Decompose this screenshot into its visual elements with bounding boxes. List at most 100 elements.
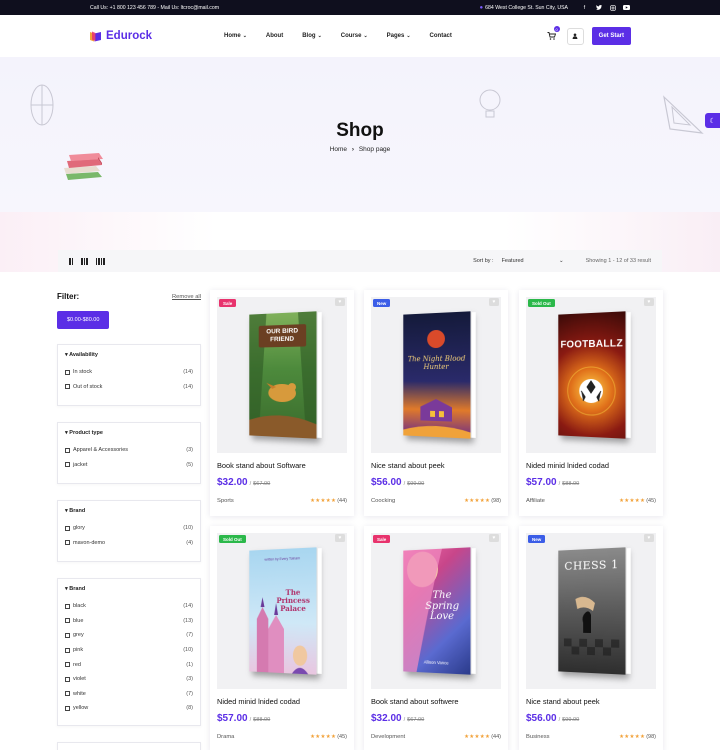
- checkbox[interactable]: [65, 647, 70, 653]
- product-card[interactable]: Sale ♥ The Spring Love Allison Vance Boo…: [364, 526, 508, 750]
- filter-group-title[interactable]: ▾ Product type: [65, 430, 193, 436]
- filter-option-label: grey: [73, 632, 84, 639]
- filter-option[interactable]: red (1): [65, 657, 193, 672]
- checkbox[interactable]: [65, 705, 70, 711]
- checkbox[interactable]: [65, 369, 70, 375]
- product-card[interactable]: New ♥ CHESS 1 Nice stand about peek $56.…: [519, 526, 663, 750]
- filter-option[interactable]: yellow (8): [65, 701, 193, 716]
- sort-select[interactable]: Featured ⌄: [500, 258, 566, 264]
- dark-mode-toggle[interactable]: ☾: [705, 113, 720, 128]
- product-title[interactable]: Nided minid lnided codad: [526, 461, 656, 470]
- product-title[interactable]: Book stand about Software: [217, 461, 347, 470]
- product-image[interactable]: New ♥ The Night Blood Hunter: [371, 297, 501, 453]
- filter-option[interactable]: Out of stock (14): [65, 380, 193, 395]
- main-nav: Home ⌄ About Blog ⌄ Course ⌄ Pages ⌄ Contact: [224, 33, 452, 39]
- product-category[interactable]: Affiliate: [526, 498, 545, 504]
- filter-option-label: blue: [73, 617, 84, 624]
- product-price: $56.00/$99.00: [371, 477, 501, 488]
- user-icon: [572, 33, 578, 39]
- product-title[interactable]: Nided minid lnided codad: [217, 697, 347, 706]
- chevron-right-icon: ›: [351, 146, 355, 153]
- product-category[interactable]: Coocking: [371, 498, 395, 504]
- nav-blog[interactable]: Blog ⌄: [302, 33, 322, 39]
- nav-course[interactable]: Course ⌄: [341, 33, 368, 39]
- user-account-button[interactable]: [566, 27, 584, 45]
- product-category[interactable]: Business: [526, 734, 550, 740]
- instagram-icon[interactable]: [609, 4, 616, 11]
- twitter-icon[interactable]: [595, 4, 602, 11]
- filter-option[interactable]: Apparel & Accessories (3): [65, 443, 193, 458]
- checkbox[interactable]: [65, 691, 70, 697]
- filter-group-title[interactable]: ▾ Availability: [65, 352, 193, 358]
- cart-count-badge: 0: [553, 26, 560, 32]
- checkbox[interactable]: [65, 618, 70, 624]
- grid-3-view-icon[interactable]: [81, 257, 88, 265]
- product-title[interactable]: Nice stand about peek: [526, 697, 656, 706]
- wishlist-heart-icon[interactable]: ♥: [335, 534, 345, 542]
- checkbox[interactable]: [65, 384, 70, 390]
- filter-option[interactable]: grey (7): [65, 628, 193, 643]
- filter-option[interactable]: blue (13): [65, 614, 193, 629]
- filter-option[interactable]: jacket (5): [65, 458, 193, 473]
- filter-option-label: red: [73, 661, 81, 668]
- filter-group-title[interactable]: ▾ Brand: [65, 586, 193, 592]
- checkbox[interactable]: [65, 662, 70, 668]
- youtube-icon[interactable]: [623, 4, 630, 11]
- price-filter-chip[interactable]: $0.00-$80.00: [57, 311, 110, 329]
- nav-pages[interactable]: Pages ⌄: [387, 33, 411, 39]
- product-card[interactable]: Sold Out ♥ FOOTBALLZ Nided minid lnided …: [519, 290, 663, 516]
- nav-about[interactable]: About: [266, 33, 283, 39]
- product-category[interactable]: Development: [371, 734, 405, 740]
- top-bar: Call Us: +1 800 123 456 789 - Mail Us: l…: [0, 0, 720, 15]
- wishlist-heart-icon[interactable]: ♥: [644, 298, 654, 306]
- product-image[interactable]: Sold Out ♥ written by Every Tolnam The P…: [217, 533, 347, 689]
- nav-home[interactable]: Home ⌄: [224, 33, 247, 39]
- wishlist-heart-icon[interactable]: ♥: [489, 298, 499, 306]
- wishlist-heart-icon[interactable]: ♥: [489, 534, 499, 542]
- filter-option[interactable]: glory (10): [65, 521, 193, 536]
- checkbox[interactable]: [65, 540, 70, 546]
- product-title[interactable]: Book stand about softwere: [371, 697, 501, 706]
- product-card[interactable]: Sold Out ♥ written by Every Tolnam The P…: [210, 526, 354, 750]
- filter-group-title[interactable]: ▾ Brand: [65, 508, 193, 514]
- filter-option[interactable]: mavon-demo (4): [65, 536, 193, 551]
- product-image[interactable]: New ♥ CHESS 1: [526, 533, 656, 689]
- filter-option[interactable]: white (7): [65, 687, 193, 702]
- checkbox[interactable]: [65, 462, 70, 468]
- wishlist-heart-icon[interactable]: ♥: [644, 534, 654, 542]
- price-current: $32.00: [371, 713, 402, 724]
- brand-logo[interactable]: Edurock: [89, 30, 152, 42]
- product-category[interactable]: Sports: [217, 498, 234, 504]
- product-image[interactable]: Sold Out ♥ FOOTBALLZ: [526, 297, 656, 453]
- product-category[interactable]: Drama: [217, 734, 234, 740]
- rating-stars-icon: ★★★★★(98): [464, 498, 501, 504]
- page-hero: Shop Home › Shop page: [0, 57, 720, 212]
- nav-contact[interactable]: Contact: [430, 33, 452, 39]
- grid-2-view-icon[interactable]: [69, 257, 73, 265]
- remove-all-link[interactable]: Remove all: [172, 294, 201, 300]
- filter-group-brand: ▾ Brand glory (10) mavon-demo (4): [57, 500, 201, 562]
- product-card[interactable]: Sale ♥ OUR BIRD FRIEND Book stand about …: [210, 290, 354, 516]
- breadcrumb-home[interactable]: Home: [330, 146, 347, 153]
- product-image[interactable]: Sale ♥ The Spring Love Allison Vance: [371, 533, 501, 689]
- contact-info: Call Us: +1 800 123 456 789 - Mail Us: l…: [90, 4, 220, 11]
- filter-option[interactable]: pink (10): [65, 643, 193, 658]
- cart-button[interactable]: 0: [545, 26, 560, 43]
- product-title[interactable]: Nice stand about peek: [371, 461, 501, 470]
- grid-4-view-icon[interactable]: [95, 257, 105, 265]
- checkbox[interactable]: [65, 525, 70, 531]
- get-start-button[interactable]: Get Start: [591, 27, 631, 45]
- checkbox[interactable]: [65, 603, 70, 609]
- product-card[interactable]: New ♥ The Night Blood Hunter Nice stand …: [364, 290, 508, 516]
- facebook-icon[interactable]: f: [581, 4, 588, 11]
- filter-option[interactable]: black (14): [65, 599, 193, 614]
- filter-option[interactable]: violet (3): [65, 672, 193, 687]
- checkbox[interactable]: [65, 676, 70, 682]
- book-cover: The Night Blood Hunter: [403, 311, 476, 439]
- filter-option-count: (1): [186, 661, 193, 668]
- product-image[interactable]: Sale ♥ OUR BIRD FRIEND: [217, 297, 347, 453]
- wishlist-heart-icon[interactable]: ♥: [335, 298, 345, 306]
- checkbox[interactable]: [65, 447, 70, 453]
- filter-option[interactable]: In stock (14): [65, 365, 193, 380]
- checkbox[interactable]: [65, 632, 70, 638]
